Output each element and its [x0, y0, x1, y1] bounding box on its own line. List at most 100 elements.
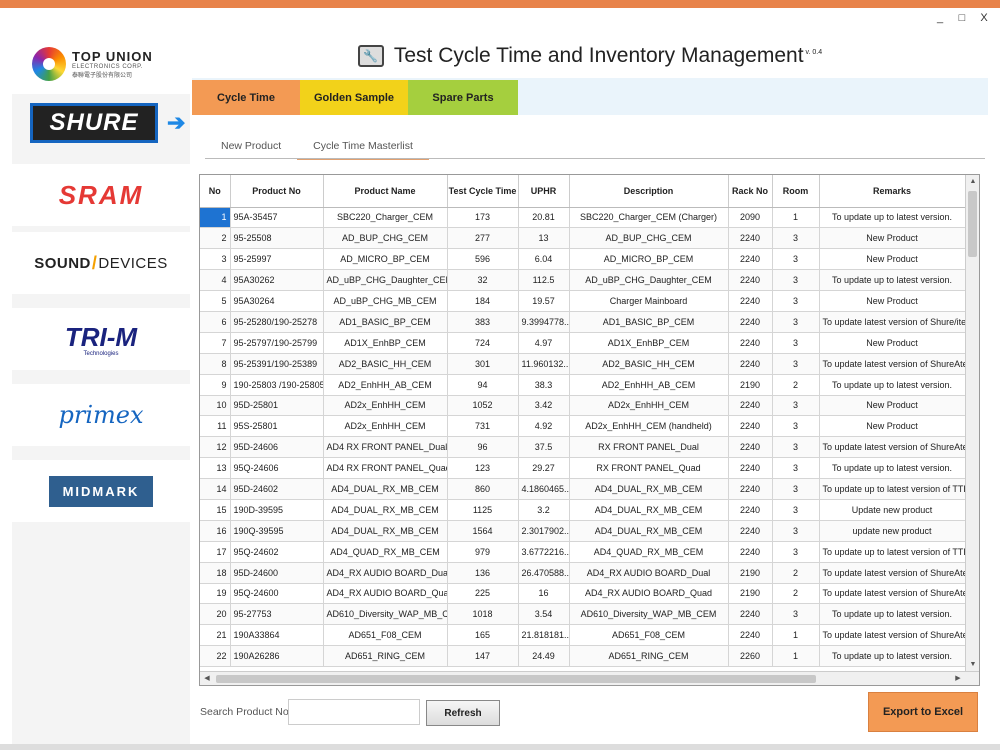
table-cell[interactable]: AD4 RX FRONT PANEL_Quad	[323, 457, 448, 480]
table-cell[interactable]: 13	[518, 227, 570, 250]
table-cell[interactable]: AD4_RX AUDIO BOARD_Dual	[569, 562, 729, 584]
table-cell[interactable]: AD4_DUAL_RX_MB_CEM	[323, 520, 448, 542]
table-cell[interactable]: 123	[447, 457, 519, 480]
minimize-icon[interactable]: _	[934, 12, 946, 24]
table-cell[interactable]: 979	[447, 541, 519, 563]
table-cell[interactable]: 3	[772, 603, 820, 626]
table-cell[interactable]: AD2x_EnhHH_CEM	[323, 415, 448, 438]
table-row[interactable]: 2 95-25508 AD_BUP_CHG_CEM 277 13 AD_BUP_CHG_C…	[200, 227, 966, 250]
table-cell[interactable]: 17	[200, 541, 231, 563]
table-cell[interactable]: To update latest version of ShureAte. Ne	[819, 353, 966, 375]
table-cell[interactable]: 2190	[728, 374, 773, 396]
customer-sram[interactable]: SRAM	[12, 164, 190, 226]
table-row[interactable]: 12 95D-24606 AD4 RX FRONT PANEL_Dual 96 37.5…	[200, 436, 966, 459]
table-cell[interactable]: 4.92	[518, 415, 570, 438]
table-cell[interactable]: To update up to latest version.	[819, 207, 966, 229]
table-cell[interactable]: 24.49	[518, 645, 570, 668]
table-cell[interactable]: 3	[772, 520, 820, 542]
table-cell[interactable]: AD2_BASIC_HH_CEM	[323, 353, 448, 375]
scroll-up-arrow-icon[interactable]: ▲	[966, 175, 979, 189]
table-cell[interactable]: 2190	[728, 562, 773, 584]
table-row[interactable]: 15 190D-39595 AD4_DUAL_RX_MB_CEM 1125 3.2 AD4…	[200, 499, 966, 521]
table-cell[interactable]: To update up to latest version.	[819, 645, 966, 668]
table-cell[interactable]: AD651_F08_CEM	[569, 624, 729, 647]
table-cell[interactable]: 2	[772, 374, 820, 396]
table-cell[interactable]: 18	[200, 562, 231, 584]
scroll-right-arrow-icon[interactable]: ▶	[951, 672, 965, 685]
col-header-room[interactable]: Room	[772, 175, 820, 208]
table-cell[interactable]: 2240	[728, 603, 773, 626]
table-cell[interactable]: 2090	[728, 207, 773, 229]
col-header-product-name[interactable]: Product Name	[323, 175, 448, 208]
customer-tri-m[interactable]: TRI-M Technologies	[12, 308, 190, 370]
table-cell[interactable]: Charger Mainboard	[569, 290, 729, 312]
table-cell[interactable]: 3.2	[518, 499, 570, 521]
table-cell[interactable]: 95-25797/190-25799	[230, 332, 324, 354]
table-cell[interactable]: 3	[772, 332, 820, 354]
masterlist-grid[interactable]: No Product No Product Name Test Cycle Ti…	[199, 174, 980, 686]
table-cell[interactable]: 16	[200, 520, 231, 542]
table-row[interactable]: 2095-27753AD610_Diversity_WAP_MB_CEM1018…	[200, 603, 966, 626]
table-cell[interactable]: To update up to latest version of TTR(Te	[819, 541, 966, 563]
table-cell[interactable]: 95D-25801	[230, 395, 324, 417]
table-cell[interactable]: 95A-35457	[230, 207, 324, 229]
table-cell[interactable]: 1564	[447, 520, 519, 542]
table-cell[interactable]: AD_uBP_CHG_Daughter_CEM	[323, 269, 448, 292]
table-cell[interactable]: 1	[772, 624, 820, 647]
horizontal-scroll-thumb[interactable]	[216, 675, 816, 683]
table-cell[interactable]: 6	[200, 311, 231, 333]
table-cell[interactable]: 2240	[728, 332, 773, 354]
table-cell[interactable]: 731	[447, 415, 519, 438]
table-cell[interactable]: AD4_RX AUDIO BOARD_Dual	[323, 562, 448, 584]
table-cell[interactable]: To update latest version of ShureAte.	[819, 583, 966, 605]
table-cell[interactable]: 6.04	[518, 248, 570, 271]
table-cell[interactable]: 2240	[728, 269, 773, 292]
table-cell[interactable]: 11.960132...	[518, 353, 570, 375]
table-cell[interactable]: To update latest version of Shure/ite wi…	[819, 311, 966, 333]
table-cell[interactable]: 3	[772, 353, 820, 375]
table-cell[interactable]: 21.818181...	[518, 624, 570, 647]
table-row[interactable]: 7 95-25797/190-25799 AD1X_EnhBP_CEM 724 4.97…	[200, 332, 966, 354]
table-cell[interactable]: 3	[772, 457, 820, 480]
table-cell[interactable]: 724	[447, 332, 519, 354]
table-cell[interactable]: 19.57	[518, 290, 570, 312]
table-cell[interactable]: 10	[200, 395, 231, 417]
table-cell[interactable]: 2240	[728, 499, 773, 521]
table-cell[interactable]: AD4_DUAL_RX_MB_CEM	[323, 478, 448, 500]
table-row[interactable]: 4 95A30262 AD_uBP_CHG_Daughter_CEM 32 112.5 A…	[200, 269, 966, 292]
table-cell[interactable]: 596	[447, 248, 519, 271]
table-cell[interactable]: 3	[772, 395, 820, 417]
table-cell[interactable]: AD4 RX FRONT PANEL_Dual	[323, 436, 448, 459]
table-cell[interactable]: 2240	[728, 541, 773, 563]
table-cell[interactable]: 1	[772, 645, 820, 668]
horizontal-scrollbar[interactable]: ◀ ▶	[200, 671, 979, 685]
table-cell[interactable]: AD2_EnhHH_AB_CEM	[569, 374, 729, 396]
table-cell[interactable]: 1018	[447, 603, 519, 626]
table-row[interactable]: 8 95-25391/190-25389 AD2_BASIC_HH_CEM 301 11…	[200, 353, 966, 375]
table-cell[interactable]: AD_MICRO_BP_CEM	[323, 248, 448, 271]
table-cell[interactable]: AD2_BASIC_HH_CEM	[569, 353, 729, 375]
table-cell[interactable]: 2190	[728, 583, 773, 605]
table-cell[interactable]: 16	[518, 583, 570, 605]
table-cell[interactable]: To update latest version of ShureAte.	[819, 436, 966, 459]
table-cell[interactable]: 20	[200, 603, 231, 626]
refresh-button[interactable]: Refresh	[426, 700, 500, 726]
table-cell[interactable]: 11	[200, 415, 231, 438]
table-cell[interactable]: 2	[772, 583, 820, 605]
table-cell[interactable]: 7	[200, 332, 231, 354]
table-row[interactable]: 17 95Q-24602 AD4_QUAD_RX_MB_CEM 979 3.677221…	[200, 541, 966, 563]
customer-shure[interactable]: SHURE ➔	[12, 100, 190, 146]
table-cell[interactable]: 1	[200, 207, 231, 229]
table-cell[interactable]: 2260	[728, 645, 773, 668]
table-cell[interactable]: New Product	[819, 332, 966, 354]
table-cell[interactable]: 3	[772, 227, 820, 250]
table-cell[interactable]: 95Q-24600	[230, 583, 324, 605]
table-cell[interactable]: 95-25997	[230, 248, 324, 271]
table-cell[interactable]: AD1X_EnhBP_CEM	[323, 332, 448, 354]
table-cell[interactable]: 95S-25801	[230, 415, 324, 438]
table-cell[interactable]: AD651_RING_CEM	[569, 645, 729, 668]
table-cell[interactable]: 8	[200, 353, 231, 375]
table-cell[interactable]: 19	[200, 583, 231, 605]
table-cell[interactable]: 3.42	[518, 395, 570, 417]
table-row[interactable]: 5 95A30264 AD_uBP_CHG_MB_CEM 184 19.57 Charge…	[200, 290, 966, 312]
